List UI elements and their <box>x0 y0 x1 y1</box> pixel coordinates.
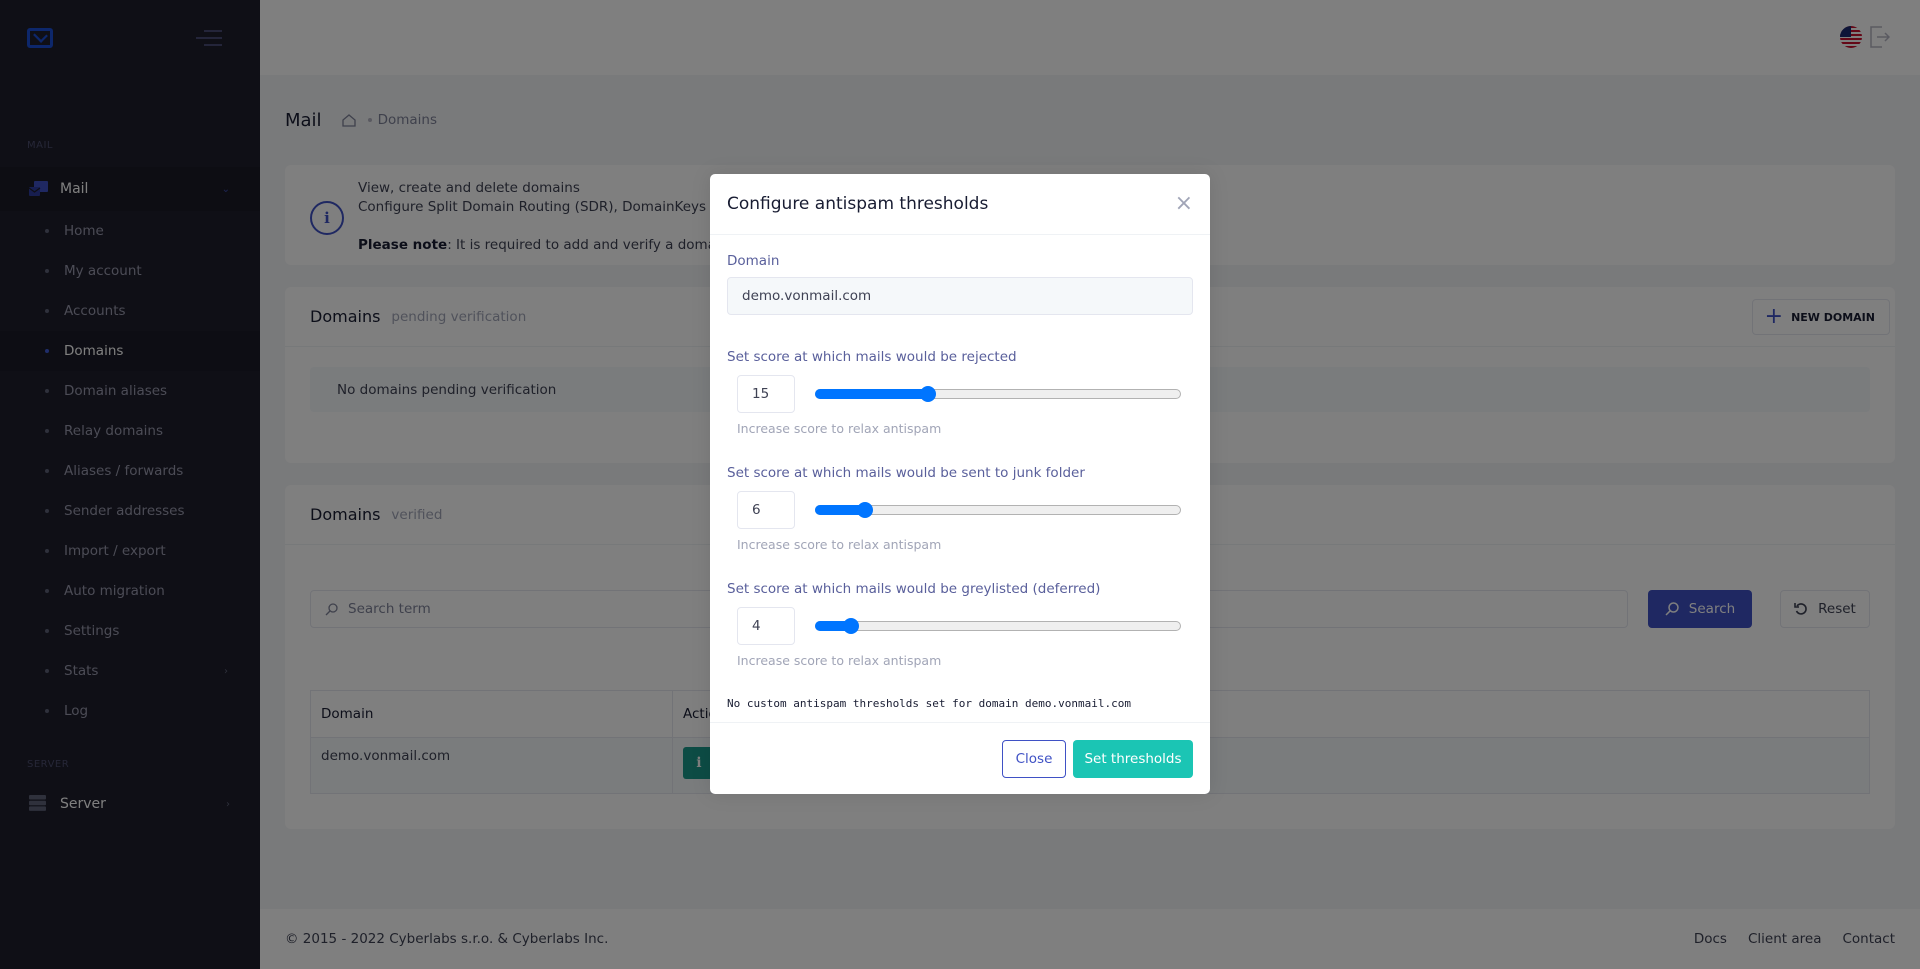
close-icon[interactable]: × <box>1175 193 1193 215</box>
threshold-group: Set score at which mails would be sent t… <box>727 465 1193 552</box>
threshold-hint: Increase score to relax antispam <box>737 653 942 668</box>
threshold-hint: Increase score to relax antispam <box>737 421 942 436</box>
domain-field: demo.vonmail.com <box>727 277 1193 315</box>
threshold-score-input[interactable]: 6 <box>737 491 795 529</box>
threshold-label: Set score at which mails would be greyli… <box>727 581 1101 597</box>
threshold-group: Set score at which mails would be greyli… <box>727 581 1193 668</box>
antispam-thresholds-modal: Configure antispam thresholds × Domain d… <box>710 174 1210 794</box>
thresholds-list: Set score at which mails would be reject… <box>727 349 1193 668</box>
slider-track <box>815 621 1181 631</box>
threshold-slider[interactable] <box>815 618 1181 634</box>
slider-fill <box>815 389 928 399</box>
set-thresholds-button[interactable]: Set thresholds <box>1073 739 1193 778</box>
threshold-group: Set score at which mails would be reject… <box>727 349 1193 436</box>
threshold-slider[interactable] <box>815 386 1181 402</box>
threshold-label: Set score at which mails would be reject… <box>727 349 1017 365</box>
threshold-score-input[interactable]: 4 <box>737 607 795 645</box>
threshold-score-input[interactable]: 15 <box>737 375 795 413</box>
domain-label: Domain <box>727 253 780 269</box>
threshold-label: Set score at which mails would be sent t… <box>727 465 1085 481</box>
modal-title: Configure antispam thresholds <box>727 194 989 214</box>
status-text: No custom antispam thresholds set for do… <box>727 697 1131 710</box>
slider-thumb[interactable] <box>843 618 859 634</box>
slider-thumb[interactable] <box>920 386 936 402</box>
slider-thumb[interactable] <box>857 502 873 518</box>
close-button[interactable]: Close <box>1002 739 1066 778</box>
threshold-hint: Increase score to relax antispam <box>737 537 942 552</box>
threshold-slider[interactable] <box>815 502 1181 518</box>
